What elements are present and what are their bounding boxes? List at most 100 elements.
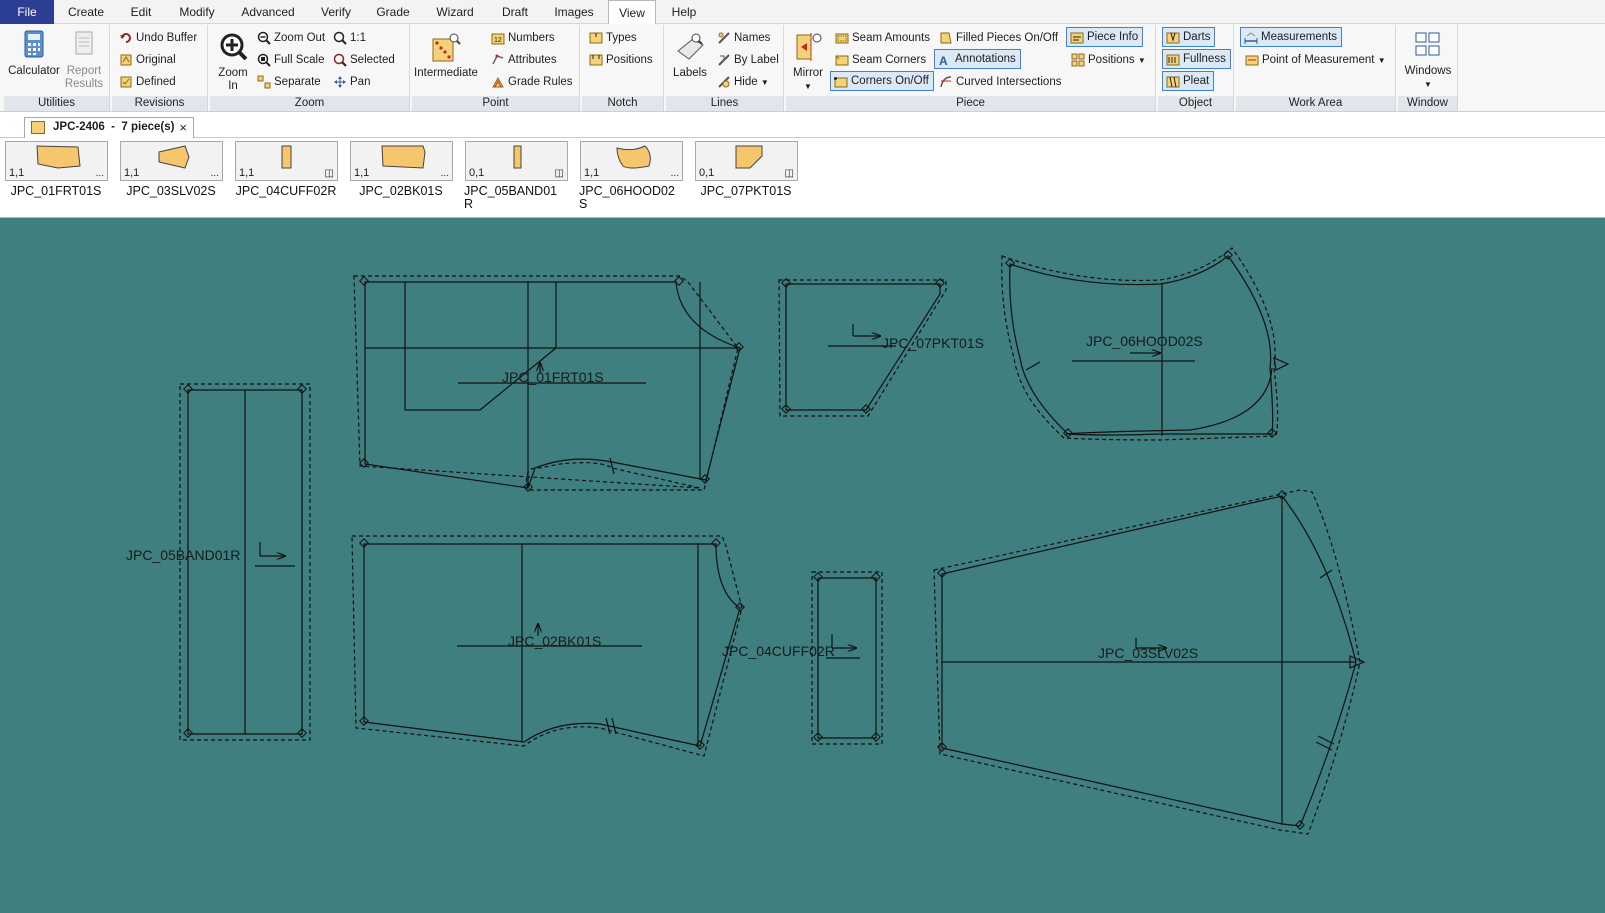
work-area[interactable]: JPC_01FRT01S JPC_07PKT01S JPC_06HOOD02S … <box>0 218 1605 913</box>
hide-lines-label: Hide <box>734 76 758 88</box>
attributes-button[interactable]: Attributes <box>488 50 561 70</box>
notch-positions-button[interactable]: Positions <box>586 50 657 70</box>
group-lines: Labels Names By Label Hide ▼ Lines <box>666 25 784 111</box>
back-notch <box>611 717 617 735</box>
thumbnail-band[interactable]: 0,1 ◫ <box>465 141 568 181</box>
menu-verify[interactable]: Verify <box>314 0 358 24</box>
band-piece[interactable]: JPC_05BAND01R <box>126 383 311 741</box>
windows-button[interactable]: Windows ▼ <box>1402 29 1454 91</box>
thumbnail-back[interactable]: 1,1 ... <box>350 141 453 181</box>
zoom-in-button[interactable]: Zoom In <box>214 31 252 93</box>
measurements-icon <box>1244 32 1258 44</box>
one-to-one-button[interactable]: 1:1 <box>330 28 370 48</box>
cuff-piece-shape <box>281 145 292 169</box>
back-piece-shape <box>381 145 426 169</box>
tab-piece-icon <box>31 121 45 134</box>
thumbnail-back-count: 1,1 <box>354 167 370 179</box>
filled-pieces-button[interactable]: Filled Pieces On/Off <box>936 28 1062 48</box>
seam-amounts-icon <box>835 33 849 44</box>
menu-wizard[interactable]: Wizard <box>430 0 480 24</box>
measurements-button[interactable]: Measurements <box>1240 27 1343 47</box>
thumbnail-sleeve[interactable]: 1,1 ... <box>120 141 223 181</box>
undo-buffer-button[interactable]: Undo Buffer <box>116 28 201 48</box>
curved-intersections-button[interactable]: Curved Intersections <box>936 72 1065 92</box>
front-piece[interactable]: JPC_01FRT01S <box>353 275 741 491</box>
thumbnail-cuff-mark: ◫ <box>324 168 334 179</box>
calculator-button[interactable]: Calculator <box>8 29 60 78</box>
sleeve-piece[interactable]: JPC_03SLV02S <box>933 489 1366 835</box>
group-label-work-area: Work Area <box>1236 96 1395 111</box>
menu-file[interactable]: File <box>0 0 54 24</box>
piece-info-button[interactable]: Piece Info <box>1066 27 1144 47</box>
zoom-selected-button[interactable]: Selected <box>330 50 399 70</box>
thumbnail-pocket[interactable]: 0,1 ◫ <box>695 141 798 181</box>
pan-button[interactable]: Pan <box>330 72 374 92</box>
menu-grade[interactable]: Grade <box>372 0 414 24</box>
mirror-dropdown-icon: ▼ <box>804 82 812 91</box>
point-marker[interactable] <box>1063 428 1073 438</box>
darts-button[interactable]: Darts <box>1162 27 1216 47</box>
ribbon: Calculator Report Results Utilities Undo… <box>0 24 1605 112</box>
group-label-object: Object <box>1158 96 1233 111</box>
group-label-window: Window <box>1398 96 1457 111</box>
line-labels-button[interactable]: Labels <box>668 31 712 80</box>
thumbnail-pocket-count: 0,1 <box>699 167 715 179</box>
document-tab[interactable]: JPC-2406 - 7 piece(s) × <box>24 117 194 138</box>
piece-positions-button[interactable]: Positions ▼ <box>1068 50 1150 70</box>
menu-create[interactable]: Create <box>66 0 106 24</box>
separate-button[interactable]: Separate <box>254 72 325 92</box>
notch-types-button[interactable]: Types <box>586 28 641 48</box>
original-icon <box>120 54 132 66</box>
menu-draft[interactable]: Draft <box>496 0 534 24</box>
mirror-button[interactable]: Mirror ▼ <box>788 31 828 93</box>
pan-icon <box>334 76 346 88</box>
thumbnail-hood-mark: ... <box>670 168 679 179</box>
one-to-one-icon <box>333 31 347 45</box>
thumbnail-cuff[interactable]: 1,1 ◫ <box>235 141 338 181</box>
close-icon[interactable]: × <box>179 118 187 137</box>
annotations-button[interactable]: A Annotations <box>934 49 1021 69</box>
point-marker[interactable] <box>359 276 369 286</box>
hood-piece[interactable]: JPC_06HOOD02S <box>1001 247 1290 441</box>
line-names-button[interactable]: Names <box>714 28 774 48</box>
menu-edit[interactable]: Edit <box>120 0 162 24</box>
grade-rules-button[interactable]: Grade Rules <box>488 72 577 92</box>
full-scale-button[interactable]: Full Scale <box>254 50 329 70</box>
by-label-button[interactable]: By Label <box>714 50 783 70</box>
menu-images[interactable]: Images <box>550 0 598 24</box>
menu-help[interactable]: Help <box>664 0 704 24</box>
report-results-button[interactable]: Report Results <box>62 29 106 91</box>
point-of-measurement-button[interactable]: Point of Measurement ▼ <box>1242 50 1390 70</box>
defined-button[interactable]: Defined <box>116 72 180 92</box>
pleat-button[interactable]: Pleat <box>1162 71 1215 91</box>
thumbnail-front[interactable]: 1,1 ... <box>5 141 108 181</box>
seam-corners-button[interactable]: Seam Corners <box>832 50 930 70</box>
line-labels-icon <box>677 33 704 60</box>
seam-corners-icon <box>835 55 849 66</box>
numbers-button[interactable]: 12 Numbers <box>488 28 559 48</box>
report-results-label-1: Report <box>66 65 102 77</box>
seam-amounts-label: Seam Amounts <box>852 32 930 44</box>
intermediate-button[interactable]: Intermediate <box>414 31 478 80</box>
windows-dropdown-icon: ▼ <box>1424 80 1432 89</box>
thumbnail-hood[interactable]: 1,1 ... <box>580 141 683 181</box>
hide-lines-button[interactable]: Hide ▼ <box>714 72 773 92</box>
menu-modify[interactable]: Modify <box>172 0 222 24</box>
original-button[interactable]: Original <box>116 50 180 70</box>
mirror-label: Mirror <box>792 67 824 79</box>
numbers-label: Numbers <box>508 32 555 44</box>
pocket-piece[interactable]: JPC_07PKT01S <box>778 279 984 417</box>
attributes-label: Attributes <box>508 54 557 66</box>
back-piece[interactable]: JPC_02BK01S <box>351 535 743 757</box>
corners-on-off-button[interactable]: Corners On/Off <box>830 71 934 91</box>
line-names-label: Names <box>734 32 771 44</box>
zoom-out-button[interactable]: Zoom Out <box>254 28 329 48</box>
menu-advanced[interactable]: Advanced <box>236 0 300 24</box>
cuff-piece[interactable]: JPC_04CUFF02R <box>722 571 883 745</box>
hood-notch-triangle <box>1273 357 1290 371</box>
fullness-button[interactable]: Fullness <box>1162 49 1231 69</box>
seam-amounts-button[interactable]: Seam Amounts <box>832 28 934 48</box>
thumbnail-cuff-count: 1,1 <box>239 167 255 179</box>
pattern-canvas[interactable]: JPC_01FRT01S JPC_07PKT01S JPC_06HOOD02S … <box>0 218 1605 913</box>
menu-view[interactable]: View <box>608 0 656 25</box>
